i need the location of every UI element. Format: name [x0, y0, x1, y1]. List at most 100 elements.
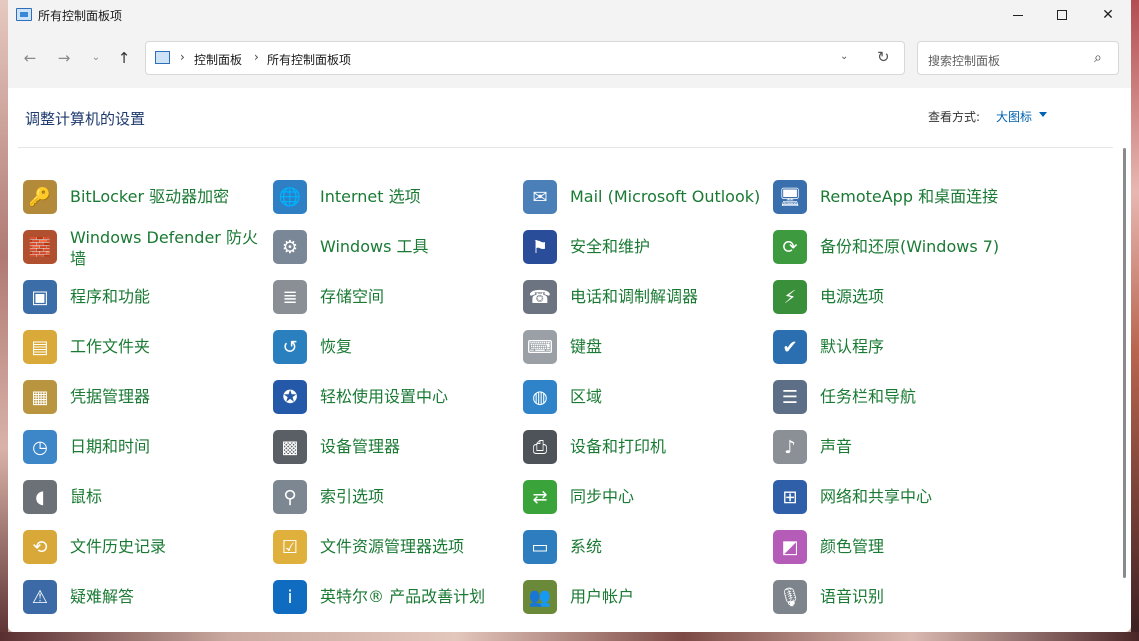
control-panel-item[interactable]: ⚠ 疑难解答	[23, 572, 263, 622]
control-panel-item-label[interactable]: Windows 工具	[320, 236, 520, 257]
control-panel-item-label[interactable]: 安全和维护	[570, 236, 770, 257]
firewall-icon: 🧱	[23, 230, 57, 264]
control-panel-item-label[interactable]: 日期和时间	[70, 436, 270, 457]
control-panel-item-label[interactable]: Windows Defender 防火墙	[70, 227, 270, 269]
view-by-dropdown[interactable]: 大图标	[996, 108, 1032, 125]
control-panel-item-label[interactable]: 声音	[820, 436, 1020, 457]
control-panel-item[interactable]: ◖ 鼠标	[23, 472, 263, 522]
control-panel-item-label[interactable]: 网络和共享中心	[820, 486, 1020, 507]
control-panel-item[interactable]: 🧱 Windows Defender 防火墙	[23, 222, 263, 272]
default-programs-icon: ✔	[773, 330, 807, 364]
control-panel-item-label[interactable]: 系统	[570, 536, 770, 557]
control-panel-item-label[interactable]: 轻松使用设置中心	[320, 386, 520, 407]
forward-button[interactable]: →	[54, 48, 74, 68]
control-panel-item-label[interactable]: 英特尔® 产品改善计划	[320, 586, 520, 607]
folder-options-icon: ☑	[273, 530, 307, 564]
control-panel-item-label[interactable]: 颜色管理	[820, 536, 1020, 557]
control-panel-item[interactable]: 👥 用户帐户	[523, 572, 763, 622]
control-panel-item[interactable]: ▤ 工作文件夹	[23, 322, 263, 372]
control-panel-item-label[interactable]: 疑难解答	[70, 586, 270, 607]
control-panel-item[interactable]: ⎙ 设备和打印机	[523, 422, 763, 472]
control-panel-item[interactable]: ▣ 程序和功能	[23, 272, 263, 322]
globe-checklist-icon: 🌐	[273, 180, 307, 214]
control-panel-item[interactable]: ▩ 设备管理器	[273, 422, 513, 472]
control-panel-item-label[interactable]: 工作文件夹	[70, 336, 270, 357]
control-panel-item[interactable]: ✔ 默认程序	[773, 322, 1013, 372]
back-button[interactable]: ←	[20, 48, 40, 68]
control-panel-item-label[interactable]: Internet 选项	[320, 186, 520, 207]
search-icon[interactable]: ⌕	[1094, 50, 1102, 66]
breadcrumb-separator-icon[interactable]: ›	[180, 50, 185, 64]
maximize-button[interactable]	[1039, 0, 1085, 30]
control-panel-item[interactable]: ≣ 存储空间	[273, 272, 513, 322]
control-panel-item-label[interactable]: 凭据管理器	[70, 386, 270, 407]
control-panel-item-label[interactable]: 电话和调制解调器	[570, 286, 770, 307]
control-panel-item[interactable]: ◍ 区域	[523, 372, 763, 422]
title-bar[interactable]: 所有控制面板项 ✕	[8, 0, 1131, 30]
control-panel-item[interactable]: ☰ 任务栏和导航	[773, 372, 1013, 422]
address-bar[interactable]: › 控制面板 › 所有控制面板项 ⌄ ↻	[145, 41, 905, 75]
control-panel-item-label[interactable]: 用户帐户	[570, 586, 770, 607]
control-panel-item[interactable]: 🌐 Internet 选项	[273, 172, 513, 222]
control-panel-item[interactable]: ▦ 凭据管理器	[23, 372, 263, 422]
close-button[interactable]: ✕	[1085, 0, 1131, 30]
breadcrumb-separator-icon[interactable]: ›	[254, 50, 259, 64]
gear-tools-icon: ⚙	[273, 230, 307, 264]
control-panel-item[interactable]: ⟳ 备份和还原(Windows 7)	[773, 222, 1013, 272]
control-panel-item[interactable]: ⚙ Windows 工具	[273, 222, 513, 272]
control-panel-item[interactable]: ✪ 轻松使用设置中心	[273, 372, 513, 422]
control-panel-item-label[interactable]: 默认程序	[820, 336, 1020, 357]
control-panel-item[interactable]: ⚡ 电源选项	[773, 272, 1013, 322]
breadcrumb-control-panel[interactable]: 控制面板	[194, 51, 242, 68]
control-panel-item-label[interactable]: 同步中心	[570, 486, 770, 507]
control-panel-item[interactable]: ✉ Mail (Microsoft Outlook)	[523, 172, 763, 222]
control-panel-item-label[interactable]: 程序和功能	[70, 286, 270, 307]
control-panel-item[interactable]: 🔑 BitLocker 驱动器加密	[23, 172, 263, 222]
control-panel-item[interactable]: ⚑ 安全和维护	[523, 222, 763, 272]
control-panel-item[interactable]: ⟲ 文件历史记录	[23, 522, 263, 572]
control-panel-item-label[interactable]: 鼠标	[70, 486, 270, 507]
control-panel-item-label[interactable]: 文件历史记录	[70, 536, 270, 557]
control-panel-window: 所有控制面板项 ✕ ← → ⌄ ↑ › 控制面板 › 所有控制面板项 ⌄ ↻ 搜…	[8, 0, 1131, 632]
scrollbar[interactable]	[1123, 148, 1126, 578]
control-panel-item[interactable]: ⇄ 同步中心	[523, 472, 763, 522]
backup-icon: ⟳	[773, 230, 807, 264]
control-panel-item[interactable]: 🖥 RemoteApp 和桌面连接	[773, 172, 1013, 222]
control-panel-item-label[interactable]: 文件资源管理器选项	[320, 536, 520, 557]
control-panel-item-label[interactable]: 恢复	[320, 336, 520, 357]
control-panel-item-label[interactable]: 存储空间	[320, 286, 520, 307]
control-panel-item[interactable]: i 英特尔® 产品改善计划	[273, 572, 513, 622]
control-panel-item[interactable]: ▭ 系统	[523, 522, 763, 572]
control-panel-item[interactable]: ⊞ 网络和共享中心	[773, 472, 1013, 522]
minimize-button[interactable]	[995, 0, 1041, 30]
control-panel-item-label[interactable]: 任务栏和导航	[820, 386, 1020, 407]
control-panel-item[interactable]: ♪ 声音	[773, 422, 1013, 472]
control-panel-item[interactable]: ☎ 电话和调制解调器	[523, 272, 763, 322]
control-panel-item-label[interactable]: 键盘	[570, 336, 770, 357]
control-panel-item-label[interactable]: 区域	[570, 386, 770, 407]
control-panel-item[interactable]: ⌨ 键盘	[523, 322, 763, 372]
dropdown-caret-icon[interactable]	[1039, 112, 1047, 117]
control-panel-item[interactable]: ↺ 恢复	[273, 322, 513, 372]
refresh-icon[interactable]: ↻	[877, 48, 890, 66]
control-panel-item-label[interactable]: 语音识别	[820, 586, 1020, 607]
control-panel-item-label[interactable]: 索引选项	[320, 486, 520, 507]
breadcrumb-all-items[interactable]: 所有控制面板项	[267, 51, 351, 68]
control-panel-item[interactable]: ☑ 文件资源管理器选项	[273, 522, 513, 572]
control-panel-item-label[interactable]: 设备管理器	[320, 436, 520, 457]
control-panel-item[interactable]: ⚲ 索引选项	[273, 472, 513, 522]
control-panel-item-label[interactable]: 设备和打印机	[570, 436, 770, 457]
control-panel-item[interactable]: ◩ 颜色管理	[773, 522, 1013, 572]
address-dropdown-icon[interactable]: ⌄	[840, 51, 848, 62]
control-panel-item-label[interactable]: Mail (Microsoft Outlook)	[570, 186, 770, 207]
control-panel-item-label[interactable]: 备份和还原(Windows 7)	[820, 236, 1020, 257]
search-input[interactable]: 搜索控制面板 ⌕	[917, 41, 1119, 75]
control-panel-item[interactable]: 🎙 语音识别	[773, 572, 1013, 622]
recent-locations-button[interactable]: ⌄	[86, 48, 106, 68]
control-panel-item-label[interactable]: BitLocker 驱动器加密	[70, 186, 270, 207]
control-panel-item-label[interactable]: 电源选项	[820, 286, 1020, 307]
control-panel-item[interactable]: ◷ 日期和时间	[23, 422, 263, 472]
up-button[interactable]: ↑	[114, 48, 134, 68]
control-panel-item-label[interactable]: RemoteApp 和桌面连接	[820, 186, 1020, 207]
network-icon: ⊞	[773, 480, 807, 514]
